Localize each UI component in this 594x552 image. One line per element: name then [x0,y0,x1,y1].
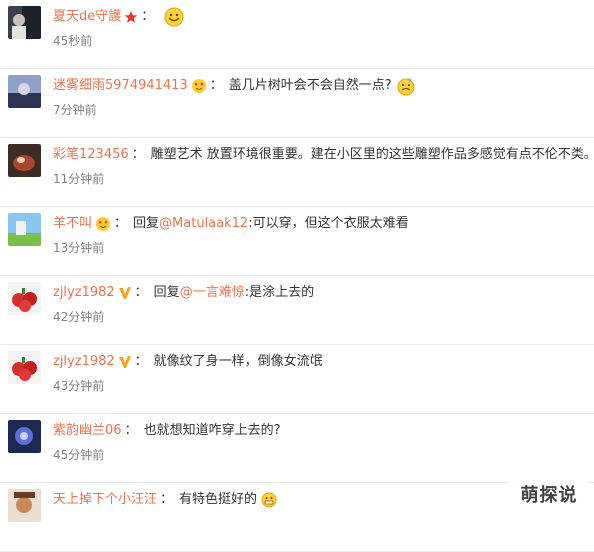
reply-prefix: 回复 [133,216,160,231]
comment-time: 43分钟前 [53,379,105,393]
comment-item: 羊不叫 ： 回复 @Matulaak12 :可以穿，但这个衣服太难看 13分钟前 [0,207,594,276]
comment-text: 就像纹了身一样，倒像女流氓 [153,354,323,369]
separator: ： [134,285,148,300]
username-link[interactable]: 羊不叫 [53,213,92,235]
comment-item: 紫韵幽兰06 ： 也就想知道咋穿上去的? 45分钟前 [0,414,594,483]
comment-item: zjlyz1982 ： 就像纹了身一样，倒像女流氓 43分钟前 [0,345,594,414]
heart-face-icon [95,216,111,232]
username-link[interactable]: 迷雾细雨5974941413 [53,75,188,97]
comment-time: 42分钟前 [53,310,105,324]
comment-item: 彩笔123456 ： 雕塑艺术 放置环境很重要。建在小区里的这些雕塑作品多感觉有… [0,138,594,207]
separator: ： [134,354,148,369]
comment-text: 雕塑艺术 放置环境很重要。建在小区里的这些雕塑作品多感觉有点不伦不类。 [150,147,594,162]
username-link[interactable]: 夏天de守護 [53,6,121,28]
comment-text: :可以穿，但这个衣服太难看 [248,216,409,231]
separator: ： [141,9,155,24]
comment-item: zjlyz1982 ： 回复 @一言难惊 :是涂上去的 42分钟前 [0,276,594,345]
username-link[interactable]: 紫韵幽兰06 [53,420,122,442]
comment-time: 11分钟前 [53,172,105,186]
separator: ： [209,78,223,93]
comment-item: 天上掉下个小汪汪 ： 有特色挺好的 [0,483,594,552]
comment-text: 也就想知道咋穿上去的? [143,423,281,438]
mention-link[interactable]: @Matulaak12 [159,213,248,235]
separator: ： [131,147,145,162]
comment-item: 夏天de守護 ： 45秒前 [0,0,594,69]
comment-time: 7分钟前 [53,103,97,117]
avatar[interactable] [8,213,41,246]
vip-v-icon [118,286,132,300]
vip-v-icon [118,355,132,369]
star-icon [124,10,138,24]
avatar[interactable] [8,144,41,177]
avatar[interactable] [8,6,41,39]
separator: ： [114,216,128,231]
mention-link[interactable]: @一言难惊 [180,282,245,304]
sweat-emoji-icon [396,76,416,96]
comment-time: 45分钟前 [53,448,105,462]
separator: ： [160,492,174,507]
avatar[interactable] [8,351,41,384]
comment-time: 13分钟前 [53,241,105,255]
avatar[interactable] [8,489,41,522]
avatar[interactable] [8,282,41,315]
avatar[interactable] [8,420,41,453]
separator: ： [124,423,138,438]
reply-prefix: 回复 [153,285,180,300]
comment-text: 盖几片树叶会不会自然一点? [228,78,392,93]
username-link[interactable]: zjlyz1982 [53,282,115,304]
username-link[interactable]: 彩笔123456 [53,144,129,166]
smile-emoji-icon [164,7,184,27]
comment-text: :是涂上去的 [244,285,315,300]
username-link[interactable]: 天上掉下个小汪汪 [53,489,157,511]
heart-face-icon [191,78,207,94]
comment-time: 45秒前 [53,34,93,48]
avatar[interactable] [8,75,41,108]
grin-emoji-icon [261,492,277,508]
username-link[interactable]: zjlyz1982 [53,351,115,373]
comment-item: 迷雾细雨5974941413 ： 盖几片树叶会不会自然一点? 7分钟前 [0,69,594,138]
watermark-logo: 萌探说 [508,481,590,507]
comment-text: 有特色挺好的 [179,492,258,507]
